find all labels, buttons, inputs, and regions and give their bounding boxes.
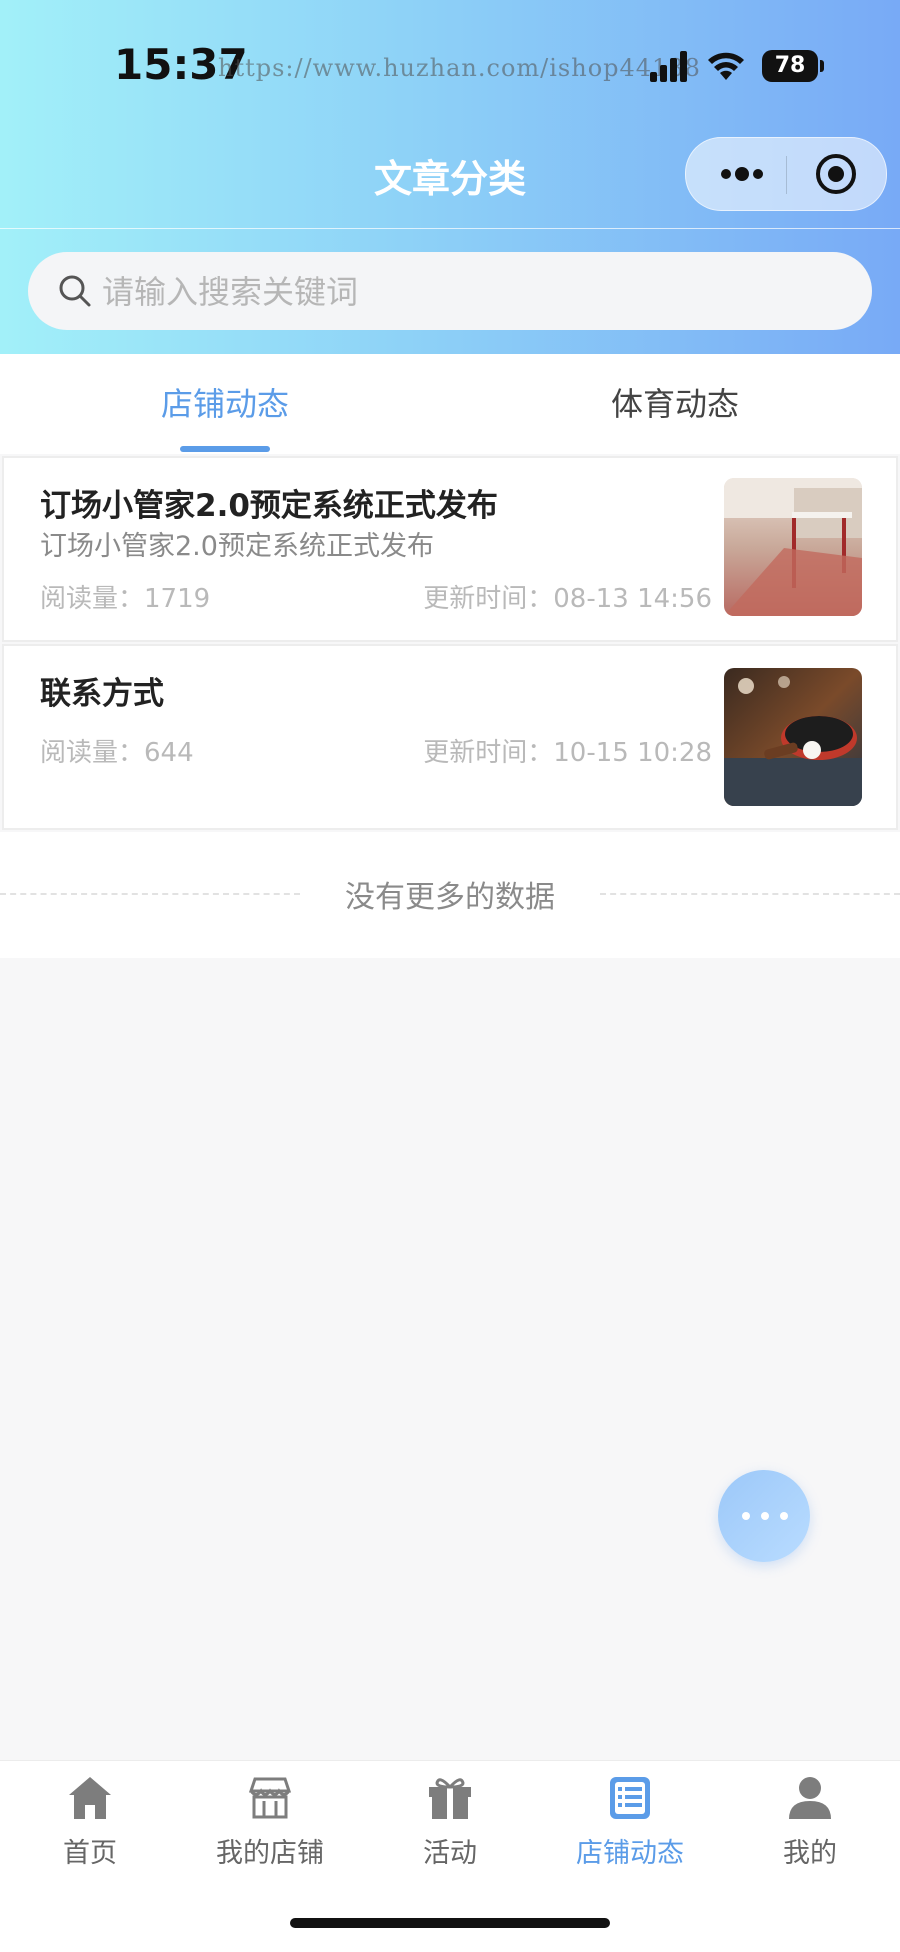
home-icon (69, 1777, 111, 1819)
tab-sports-news[interactable]: 体育动态 (450, 354, 900, 454)
tabbar-label: 活动 (423, 1838, 477, 1869)
home-indicator[interactable] (290, 1918, 610, 1928)
gift-icon (429, 1778, 471, 1819)
article-card[interactable]: 联系方式 阅读量：644 更新时间：10-15 10:28 (2, 644, 898, 830)
article-title: 订场小管家2.0预定系统正式发布 (40, 488, 498, 524)
header-divider (0, 228, 900, 229)
battery-indicator: 78 (762, 50, 818, 82)
article-read-count: 阅读量：644 (40, 738, 194, 768)
article-update-time: 更新时间：08-13 14:56 (423, 584, 712, 614)
status-bar: 15:37 https://www.huzhan.com/ishop44138 … (0, 0, 900, 130)
floating-menu-button[interactable] (718, 1470, 810, 1562)
more-options-icon[interactable] (714, 154, 774, 194)
close-miniprogram-icon[interactable] (814, 152, 858, 196)
tabbar-item-mine[interactable]: 我的 (720, 1761, 900, 1881)
tabbar-item-store-news[interactable]: 店铺动态 (540, 1761, 720, 1881)
watermark-text: https://www.huzhan.com/ishop44138 (218, 54, 701, 82)
wifi-icon (708, 52, 744, 80)
article-card[interactable]: 订场小管家2.0预定系统正式发布 订场小管家2.0预定系统正式发布 阅读量：17… (2, 456, 898, 642)
tabbar-label: 首页 (63, 1838, 117, 1869)
tabbar-item-activity[interactable]: 活动 (360, 1761, 540, 1881)
no-more-text: 没有更多的数据 (345, 880, 555, 915)
list-icon (610, 1777, 650, 1819)
more-dots-icon (742, 1512, 788, 1520)
table-tennis-thumbnail (724, 668, 862, 806)
tabbar-label: 我的 (783, 1838, 837, 1869)
tabbar-label: 我的店铺 (216, 1838, 324, 1869)
cellular-signal-icon (650, 51, 687, 82)
category-tabs: 店铺动态 体育动态 (0, 354, 900, 454)
tabbar-label: 店铺动态 (576, 1838, 684, 1869)
active-tab-indicator (180, 446, 270, 452)
article-subtitle: 订场小管家2.0预定系统正式发布 (40, 531, 434, 562)
no-more-data: 没有更多的数据 (0, 868, 900, 918)
article-read-count: 阅读量：1719 (40, 584, 211, 614)
search-input[interactable] (100, 252, 844, 332)
miniprogram-capsule (685, 137, 887, 211)
tabbar-item-my-store[interactable]: 我的店铺 (180, 1761, 360, 1881)
article-update-time: 更新时间：10-15 10:28 (423, 738, 712, 768)
capsule-divider (786, 156, 787, 194)
battery-tip (820, 60, 824, 72)
search-icon (59, 275, 91, 307)
search-bar[interactable] (28, 252, 872, 332)
store-icon (248, 1777, 292, 1819)
hurdles-thumbnail (724, 478, 862, 616)
tabbar-item-home[interactable]: 首页 (0, 1761, 180, 1881)
tab-store-news[interactable]: 店铺动态 (0, 354, 450, 454)
user-icon (789, 1777, 831, 1819)
article-title: 联系方式 (40, 676, 164, 712)
